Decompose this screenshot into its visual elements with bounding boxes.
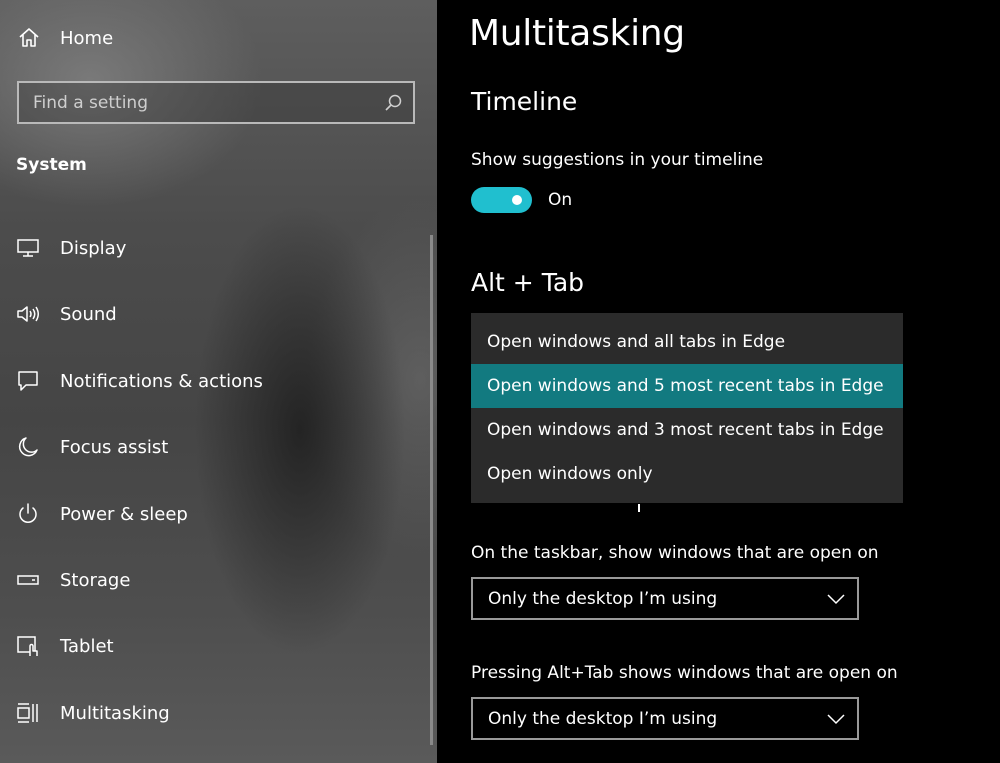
select-value: Only the desktop I’m using xyxy=(488,708,718,729)
chevron-down-icon xyxy=(827,713,845,724)
alt-tab-heading: Alt + Tab xyxy=(471,268,585,297)
sidebar-item-notifications[interactable]: Notifications & actions xyxy=(16,363,416,399)
sidebar-item-storage[interactable]: Storage xyxy=(16,562,416,598)
sidebar-item-sound[interactable]: Sound xyxy=(16,296,416,332)
page-title: Multitasking xyxy=(469,13,685,54)
sidebar-item-label: Storage xyxy=(60,569,131,591)
home-link[interactable]: Home xyxy=(16,22,113,54)
taskbar-desktops-label: On the taskbar, show windows that are op… xyxy=(471,543,879,563)
alt-tab-option[interactable]: Open windows and 3 most recent tabs in E… xyxy=(471,408,903,452)
sidebar-item-label: Display xyxy=(60,237,127,259)
home-label: Home xyxy=(60,27,114,49)
search-icon[interactable] xyxy=(383,93,403,113)
search-input[interactable] xyxy=(19,83,413,122)
sidebar-item-label: Focus assist xyxy=(60,436,169,458)
tablet-icon xyxy=(17,636,38,656)
speaker-icon xyxy=(17,306,39,322)
search-box[interactable] xyxy=(17,81,415,124)
sidebar-item-label: Notifications & actions xyxy=(60,370,263,392)
monitor-icon xyxy=(17,239,39,257)
power-icon xyxy=(19,503,37,523)
main-panel: Multitasking Timeline Show suggestions i… xyxy=(437,0,1000,763)
section-title: System xyxy=(16,155,87,175)
home-icon xyxy=(19,28,39,47)
sidebar-item-tablet[interactable]: Tablet xyxy=(16,628,416,664)
sidebar-item-multitasking[interactable]: Multitasking xyxy=(16,695,416,731)
hidden-text-fragment xyxy=(638,504,640,512)
alt-tab-option-selected[interactable]: Open windows and 5 most recent tabs in E… xyxy=(471,364,903,408)
notification-icon xyxy=(18,371,38,391)
alt-tab-option[interactable]: Open windows only xyxy=(471,452,903,496)
taskbar-desktops-select[interactable]: Only the desktop I’m using xyxy=(471,577,859,620)
alttab-desktops-select[interactable]: Only the desktop I’m using xyxy=(471,697,859,740)
alttab-desktops-label: Pressing Alt+Tab shows windows that are … xyxy=(471,663,898,683)
moon-icon xyxy=(18,437,38,457)
timeline-heading: Timeline xyxy=(471,87,578,116)
sidebar-item-label: Multitasking xyxy=(60,702,170,724)
sidebar: Home System Display Sound Notific xyxy=(0,0,437,763)
storage-icon xyxy=(17,575,39,585)
sidebar-item-focus-assist[interactable]: Focus assist xyxy=(16,429,416,465)
toggle-state-label: On xyxy=(548,190,573,210)
chevron-down-icon xyxy=(827,593,845,604)
multitasking-icon xyxy=(17,703,38,723)
alt-tab-option[interactable]: Open windows and all tabs in Edge xyxy=(471,320,903,364)
sidebar-item-display[interactable]: Display xyxy=(16,230,416,266)
sidebar-scrollbar[interactable] xyxy=(430,235,433,745)
timeline-suggestions-label: Show suggestions in your timeline xyxy=(471,150,764,170)
sidebar-item-power-sleep[interactable]: Power & sleep xyxy=(16,496,416,532)
timeline-suggestions-toggle[interactable] xyxy=(471,187,532,213)
sidebar-item-label: Power & sleep xyxy=(60,503,188,525)
sidebar-item-label: Sound xyxy=(60,303,117,325)
toggle-knob xyxy=(512,195,522,205)
sidebar-item-label: Tablet xyxy=(60,635,114,657)
alt-tab-dropdown-menu: Open windows and all tabs in Edge Open w… xyxy=(471,313,903,503)
select-value: Only the desktop I’m using xyxy=(488,588,718,609)
